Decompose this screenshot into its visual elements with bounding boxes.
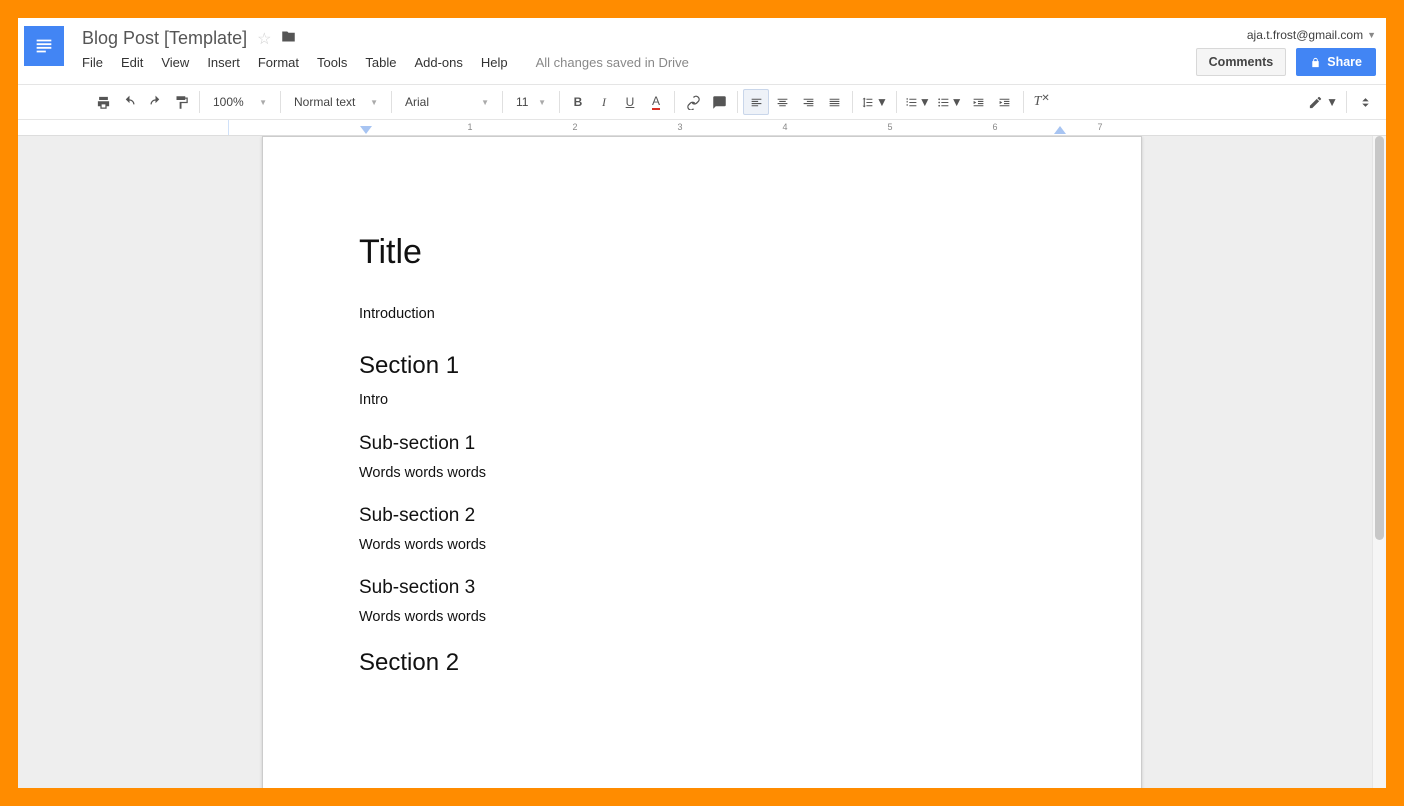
menu-help[interactable]: Help <box>481 55 508 70</box>
folder-icon[interactable] <box>281 29 296 49</box>
paragraph-style-dropdown[interactable]: Normal text ▼ <box>286 89 386 115</box>
align-right-button[interactable] <box>795 89 821 115</box>
editing-mode-button[interactable]: ▼ <box>1305 89 1341 115</box>
lock-icon <box>1310 57 1321 68</box>
ruler-label: 1 <box>467 122 472 132</box>
toolbar: 100%▼ Normal text▼ Arial▼ 11▼ B I U A ▼ … <box>18 84 1386 120</box>
text-color-button[interactable]: A <box>643 89 669 115</box>
increase-indent-button[interactable] <box>992 89 1018 115</box>
menu-table[interactable]: Table <box>365 55 396 70</box>
ruler-label: 3 <box>677 122 682 132</box>
doc-section-heading[interactable]: Section 2 <box>359 649 1045 677</box>
horizontal-ruler[interactable]: 1 2 3 4 5 6 7 <box>18 120 1386 136</box>
chevron-down-icon: ▼ <box>876 95 888 109</box>
menu-addons[interactable]: Add-ons <box>414 55 462 70</box>
font-size-value: 11 <box>516 95 528 109</box>
menu-insert[interactable]: Insert <box>207 55 240 70</box>
ruler-label: 2 <box>572 122 577 132</box>
insert-comment-button[interactable] <box>706 89 732 115</box>
docs-logo[interactable] <box>24 26 64 66</box>
bold-button[interactable]: B <box>565 89 591 115</box>
menu-view[interactable]: View <box>161 55 189 70</box>
bulleted-list-button[interactable]: ▼ <box>934 89 966 115</box>
user-account[interactable]: aja.t.frost@gmail.com ▼ <box>1247 28 1376 42</box>
save-status: All changes saved in Drive <box>536 55 689 70</box>
chevron-down-icon: ▼ <box>1367 30 1376 40</box>
font-value: Arial <box>405 95 429 109</box>
chevron-down-icon: ▼ <box>919 95 931 109</box>
print-button[interactable] <box>90 89 116 115</box>
share-button[interactable]: Share <box>1296 48 1376 76</box>
chevron-down-icon: ▼ <box>951 95 963 109</box>
ruler-label: 7 <box>1097 122 1102 132</box>
doc-intro-paragraph[interactable]: Introduction <box>359 304 1045 324</box>
doc-paragraph[interactable]: Intro <box>359 390 1045 410</box>
line-spacing-button[interactable]: ▼ <box>858 89 891 115</box>
undo-button[interactable] <box>116 89 142 115</box>
menu-bar: File Edit View Insert Format Tools Table… <box>82 51 1196 70</box>
align-justify-button[interactable] <box>821 89 847 115</box>
underline-button[interactable]: U <box>617 89 643 115</box>
doc-subsection-heading[interactable]: Sub-section 2 <box>359 505 1045 527</box>
redo-button[interactable] <box>142 89 168 115</box>
header-bar: Blog Post [Template] ☆ File Edit View In… <box>18 18 1386 76</box>
document-page[interactable]: Title Introduction Section 1 Intro Sub-s… <box>262 136 1142 788</box>
font-size-dropdown[interactable]: 11 ▼ <box>508 89 554 115</box>
menu-file[interactable]: File <box>82 55 103 70</box>
doc-paragraph[interactable]: Words words words <box>359 607 1045 627</box>
ruler-label: 6 <box>992 122 997 132</box>
menu-tools[interactable]: Tools <box>317 55 347 70</box>
italic-button[interactable]: I <box>591 89 617 115</box>
zoom-dropdown[interactable]: 100% ▼ <box>205 89 275 115</box>
chevron-down-icon: ▼ <box>370 98 378 107</box>
chevron-down-icon: ▼ <box>538 98 546 107</box>
app-window: Blog Post [Template] ☆ File Edit View In… <box>18 18 1386 788</box>
document-canvas[interactable]: Title Introduction Section 1 Intro Sub-s… <box>18 136 1386 788</box>
document-icon <box>33 35 55 57</box>
collapse-toolbar-button[interactable] <box>1352 89 1378 115</box>
font-dropdown[interactable]: Arial ▼ <box>397 89 497 115</box>
chevron-down-icon: ▼ <box>259 98 267 107</box>
vertical-scrollbar[interactable] <box>1372 136 1386 788</box>
first-line-indent-icon[interactable] <box>360 126 372 136</box>
paint-format-button[interactable] <box>168 89 194 115</box>
share-label: Share <box>1327 55 1362 69</box>
decrease-indent-button[interactable] <box>966 89 992 115</box>
chevron-down-icon: ▼ <box>481 98 489 107</box>
doc-subsection-heading[interactable]: Sub-section 1 <box>359 433 1045 455</box>
comments-button[interactable]: Comments <box>1196 48 1287 76</box>
ruler-label: 4 <box>782 122 787 132</box>
ruler-label: 5 <box>887 122 892 132</box>
doc-paragraph[interactable]: Words words words <box>359 463 1045 483</box>
menu-edit[interactable]: Edit <box>121 55 143 70</box>
title-area: Blog Post [Template] ☆ File Edit View In… <box>82 26 1196 70</box>
star-icon[interactable]: ☆ <box>257 29 271 49</box>
document-title[interactable]: Blog Post [Template] <box>82 26 247 51</box>
doc-subsection-heading[interactable]: Sub-section 3 <box>359 577 1045 599</box>
doc-paragraph[interactable]: Words words words <box>359 535 1045 555</box>
header-right: aja.t.frost@gmail.com ▼ Comments Share <box>1196 26 1376 76</box>
insert-link-button[interactable] <box>680 89 706 115</box>
scrollbar-thumb[interactable] <box>1375 136 1384 540</box>
align-center-button[interactable] <box>769 89 795 115</box>
style-value: Normal text <box>294 95 355 109</box>
doc-title-heading[interactable]: Title <box>359 233 1045 272</box>
menu-format[interactable]: Format <box>258 55 299 70</box>
user-email-text: aja.t.frost@gmail.com <box>1247 28 1363 42</box>
numbered-list-button[interactable]: ▼ <box>902 89 934 115</box>
doc-section-heading[interactable]: Section 1 <box>359 352 1045 380</box>
align-left-button[interactable] <box>743 89 769 115</box>
right-indent-icon[interactable] <box>1054 126 1066 136</box>
chevron-down-icon: ▼ <box>1326 95 1338 109</box>
zoom-value: 100% <box>213 95 244 109</box>
clear-formatting-button[interactable]: T✕ <box>1029 89 1055 115</box>
